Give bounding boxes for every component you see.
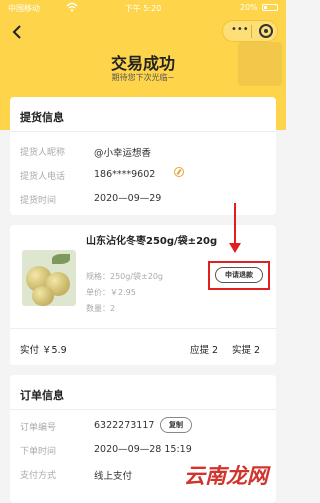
order-number-label: 订单编号 [20,423,57,433]
order-number-value: 6322273117 [94,420,155,431]
refund-button[interactable]: 申请退款 [215,267,263,283]
due-quantity: 应提 2 [190,345,219,356]
close-target-icon[interactable] [259,24,273,38]
product-title[interactable]: 山东沾化冬枣250g/袋±20g [86,235,270,249]
pickup-card: 提货信息 提货人昵称 @小幸运想香 提货人电话 186****9602 提货时间… [10,97,276,215]
miniprogram-capsule[interactable]: ••• [222,20,278,42]
back-icon[interactable] [10,24,24,40]
received-quantity: 实提 2 [232,345,261,356]
product-image[interactable] [22,250,76,306]
pickup-nickname-label: 提货人昵称 [20,148,66,158]
divider [10,131,276,132]
product-spec: 规格：250g/袋±20g [86,272,164,281]
page-title: 交易成功 [110,54,175,73]
battery-percent: 20% [240,3,258,12]
status-bar: 中国移动 下午 5:20 20% [0,0,286,16]
payment-method-label: 支付方式 [20,471,57,481]
copy-button[interactable]: 复制 [160,417,192,433]
annotation-arrow-head [229,243,241,253]
pickup-time-label: 提货时间 [20,196,57,206]
pickup-phone-label: 提货人电话 [20,172,66,182]
watermark: 云南龙网 [184,464,268,488]
order-time-label: 下单时间 [20,447,57,457]
product-price: 单价：￥2.95 [86,288,136,297]
pickup-time-value: 2020—09—29 [94,193,162,204]
annotation-arrow-shaft [234,203,236,245]
pickup-heading: 提货信息 [20,111,64,124]
jujube-shape [32,286,54,306]
order-heading: 订单信息 [20,389,64,402]
divider [10,409,276,410]
more-icon[interactable]: ••• [231,24,249,35]
divider [10,328,276,329]
pickup-phone-value: 186****9602 [94,169,156,180]
battery-icon [262,4,278,11]
pickup-nickname-value: @小幸运想香 [94,148,152,159]
paid-amount: 实付 ￥5.9 [20,345,67,356]
order-time-value: 2020—09—28 15:19 [94,444,192,455]
page-subtitle: 期待您下次光临~ [111,73,175,82]
product-qty: 数量：2 [86,304,116,313]
payment-method-value: 线上支付 [94,471,133,482]
phone-icon[interactable] [174,167,184,177]
leaf-shape [52,254,70,264]
capsule-divider [251,25,252,38]
